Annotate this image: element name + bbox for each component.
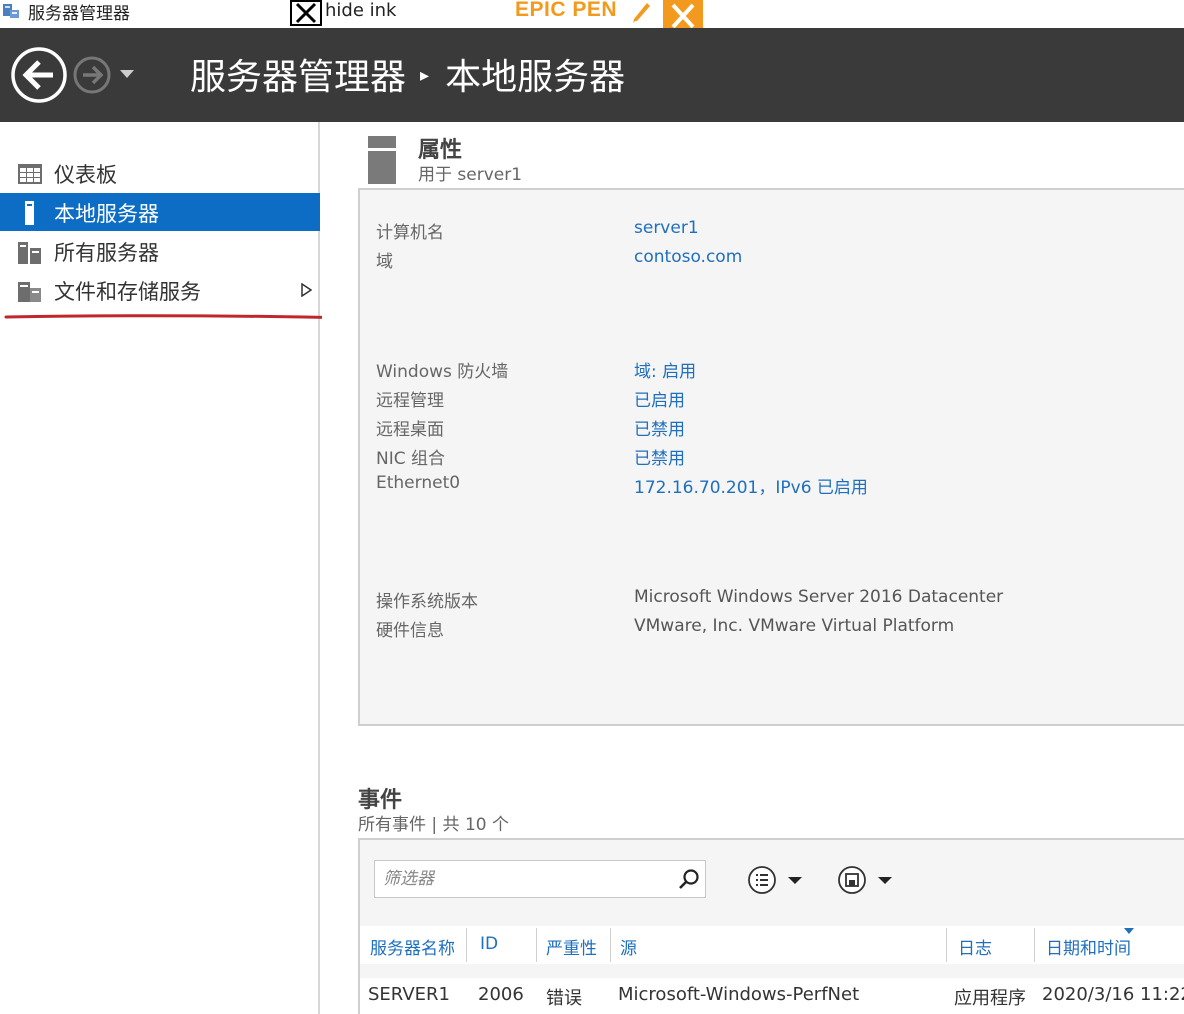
sidebar-item-label: 所有服务器 bbox=[54, 241, 159, 265]
back-arrow-icon[interactable] bbox=[10, 46, 68, 104]
pen-icon[interactable] bbox=[630, 0, 654, 24]
prop-label-os-version: 操作系统版本 bbox=[376, 592, 478, 612]
main-content: 属性 用于 server1 计算机名 server1 域 contoso.com… bbox=[322, 122, 1184, 1014]
epic-pen-label: EPIC PEN bbox=[515, 0, 618, 21]
cell-source: Microsoft-Windows-PerfNet bbox=[618, 984, 860, 1005]
storage-icon bbox=[18, 282, 41, 302]
red-annotation-underline bbox=[4, 314, 356, 320]
dashboard-icon bbox=[18, 164, 42, 184]
prop-value-firewall[interactable]: 域: 启用 bbox=[634, 357, 696, 382]
prop-value-computer-name[interactable]: server1 bbox=[634, 218, 699, 238]
column-divider[interactable] bbox=[946, 928, 947, 962]
prop-value-os-version: Microsoft Windows Server 2016 Datacenter bbox=[634, 587, 1004, 607]
column-header-datetime[interactable]: 日期和时间 bbox=[1046, 934, 1131, 959]
search-icon[interactable] bbox=[678, 868, 700, 890]
breadcrumb: 服务器管理器 ▸ 本地服务器 bbox=[190, 48, 625, 100]
sidebar: 仪表板 本地服务器 所有服务器 文件和存储服务 bbox=[0, 122, 356, 1014]
app-header: 服务器管理器 ▸ 本地服务器 bbox=[0, 28, 1184, 122]
sidebar-item-label: 本地服务器 bbox=[54, 202, 159, 226]
section-subtitle-properties: 用于 server1 bbox=[418, 165, 523, 185]
sidebar-item-file-storage[interactable]: 文件和存储服务 bbox=[0, 271, 320, 309]
column-divider[interactable] bbox=[610, 928, 611, 962]
column-divider[interactable] bbox=[536, 928, 537, 962]
x-mark-icon bbox=[295, 2, 317, 24]
prop-label-remote-management: 远程管理 bbox=[376, 391, 444, 411]
hide-ink-label[interactable]: hide ink bbox=[325, 0, 396, 21]
cell-id: 2006 bbox=[478, 984, 524, 1005]
table-row[interactable]: SERVER1 2006 错误 Microsoft-Windows-PerfNe… bbox=[360, 978, 1184, 1014]
sidebar-item-local-server[interactable]: 本地服务器 bbox=[0, 193, 320, 231]
column-divider[interactable] bbox=[466, 928, 467, 962]
prop-label-computer-name: 计算机名 bbox=[376, 223, 444, 243]
breadcrumb-separator: ▸ bbox=[420, 64, 430, 86]
window-titlebar: 服务器管理器 hide ink EPIC PEN bbox=[0, 0, 1184, 32]
prop-value-domain[interactable]: contoso.com bbox=[634, 247, 742, 267]
sidebar-item-label: 仪表板 bbox=[54, 163, 117, 187]
prop-value-remote-desktop[interactable]: 已禁用 bbox=[634, 415, 685, 440]
properties-panel: 计算机名 server1 域 contoso.com Windows 防火墙 域… bbox=[358, 188, 1184, 726]
hide-ink-checkbox[interactable] bbox=[290, 0, 322, 26]
server-tower-icon bbox=[368, 136, 396, 184]
filter-box bbox=[374, 860, 706, 898]
prop-label-hardware: 硬件信息 bbox=[376, 621, 444, 641]
section-subtitle-events: 所有事件 | 共 10 个 bbox=[358, 815, 509, 835]
column-header-server-name[interactable]: 服务器名称 bbox=[370, 934, 455, 959]
sidebar-item-label: 文件和存储服务 bbox=[54, 280, 201, 304]
prop-value-hardware: VMware, Inc. VMware Virtual Platform bbox=[634, 616, 955, 636]
sidebar-item-dashboard[interactable]: 仪表板 bbox=[0, 154, 320, 192]
column-header-log[interactable]: 日志 bbox=[958, 934, 992, 959]
sort-descending-icon bbox=[1124, 928, 1134, 934]
breadcrumb-current: 本地服务器 bbox=[445, 57, 626, 98]
cell-server-name: SERVER1 bbox=[368, 984, 450, 1005]
column-header-severity[interactable]: 严重性 bbox=[546, 934, 597, 959]
expand-arrow-icon[interactable] bbox=[300, 283, 312, 297]
events-table-header: 服务器名称 ID 严重性 源 日志 日期和时间 bbox=[360, 926, 1184, 964]
server-icon bbox=[25, 201, 34, 225]
window-title: 服务器管理器 bbox=[28, 4, 130, 24]
prop-value-ethernet[interactable]: 172.16.70.201，IPv6 已启用 bbox=[634, 473, 868, 498]
prop-value-remote-management[interactable]: 已启用 bbox=[634, 386, 685, 411]
prop-label-domain: 域 bbox=[376, 252, 393, 272]
prop-label-ethernet: Ethernet0 bbox=[376, 473, 461, 493]
sidebar-item-all-servers[interactable]: 所有服务器 bbox=[0, 232, 320, 270]
column-header-id[interactable]: ID bbox=[480, 934, 498, 954]
save-options-icon[interactable] bbox=[836, 864, 898, 896]
chevron-down-icon[interactable] bbox=[118, 67, 136, 81]
cell-severity: 错误 bbox=[546, 988, 582, 1009]
prop-value-nic-teaming[interactable]: 已禁用 bbox=[634, 444, 685, 469]
cell-datetime: 2020/3/16 11:22 bbox=[1042, 984, 1184, 1005]
filter-input[interactable] bbox=[383, 867, 663, 891]
servers-icon bbox=[18, 242, 41, 264]
forward-arrow-icon[interactable] bbox=[72, 55, 112, 95]
cell-log: 应用程序 bbox=[954, 988, 1026, 1009]
server-manager-icon bbox=[3, 4, 19, 18]
breadcrumb-root[interactable]: 服务器管理器 bbox=[190, 57, 406, 98]
list-options-icon[interactable] bbox=[746, 864, 808, 896]
column-divider[interactable] bbox=[1034, 928, 1035, 962]
prop-label-remote-desktop: 远程桌面 bbox=[376, 420, 444, 440]
prop-label-nic-teaming: NIC 组合 bbox=[376, 449, 446, 469]
column-header-source[interactable]: 源 bbox=[620, 934, 637, 959]
events-panel: 服务器名称 ID 严重性 源 日志 日期和时间 SERVER1 2006 错误 … bbox=[358, 838, 1184, 1014]
prop-label-firewall: Windows 防火墙 bbox=[376, 362, 509, 382]
